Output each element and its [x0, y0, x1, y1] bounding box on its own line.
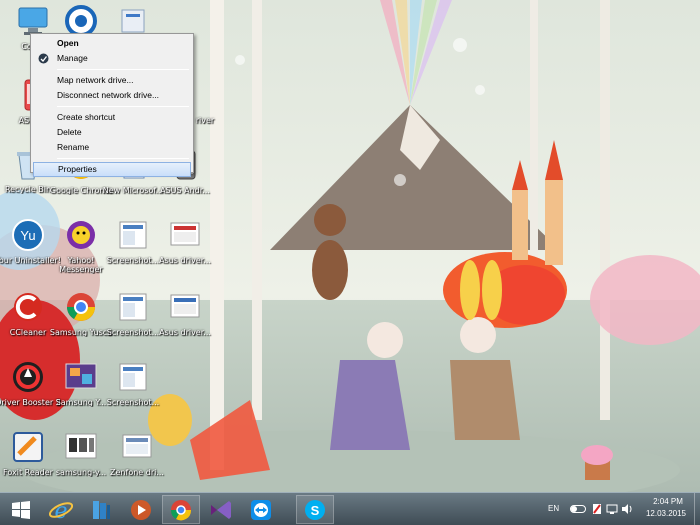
chrome-icon: [170, 499, 192, 520]
teamviewer-icon: [251, 499, 271, 520]
uninstaller-icon: Yu: [9, 216, 47, 254]
asus-driver-icon: [166, 216, 204, 254]
desktop-icon-label: Asus driver...: [159, 256, 211, 265]
taskbar-skype[interactable]: S: [296, 495, 334, 524]
asus-driver-icon: [166, 288, 204, 326]
desktop-icon-label: Asus driver...: [159, 328, 211, 337]
network-icon[interactable]: [606, 503, 618, 518]
menu-item-open[interactable]: Open: [33, 36, 191, 51]
menu-separator: [57, 158, 189, 159]
svg-text:S: S: [311, 503, 320, 518]
shield-icon: [38, 53, 49, 64]
file-explorer-icon: [93, 500, 110, 519]
menu-item-map-network-drive[interactable]: Map network drive...: [33, 73, 191, 88]
taskbar-media-player[interactable]: [122, 495, 160, 524]
menu-item-label: Open: [57, 38, 79, 48]
menu-separator: [57, 106, 189, 107]
menu-item-label: Map network drive...: [57, 75, 134, 85]
taskbar-internet-explorer[interactable]: e: [42, 495, 80, 524]
taskbar-visual-studio[interactable]: [202, 495, 240, 524]
samsung-chrome-icon: [62, 288, 100, 326]
desktop-icon-label: Screenshot...: [106, 398, 160, 407]
menu-item-rename[interactable]: Rename: [33, 140, 191, 155]
taskbar-chrome[interactable]: [162, 495, 200, 524]
screenshot-file-icon: [114, 216, 152, 254]
screenshot-file-icon: [114, 358, 152, 396]
clock-time[interactable]: 2:04 PM: [648, 497, 688, 506]
context-menu: Open Manage Map network drive... Disconn…: [30, 33, 194, 177]
taskbar-file-explorer[interactable]: [82, 495, 120, 524]
samsung-image-icon: [62, 358, 100, 396]
menu-item-label: Create shortcut: [57, 112, 116, 122]
screenshot-file-icon: [114, 288, 152, 326]
start-button[interactable]: [2, 495, 40, 524]
desktop-icon-asus-driver-1[interactable]: Asus driver...: [152, 216, 218, 286]
media-player-icon: [131, 499, 151, 520]
desktop-icon-asus-driver-2[interactable]: Asus driver...: [152, 288, 218, 358]
menu-item-manage[interactable]: Manage: [33, 51, 191, 66]
ccleaner-icon: [9, 288, 47, 326]
desktop-icon-label: Zenfone dri...: [110, 468, 164, 477]
clock-date[interactable]: 12.03.2015: [642, 509, 690, 518]
svg-text:Yu: Yu: [20, 228, 35, 243]
skype-icon: S: [305, 499, 325, 520]
yahoo-messenger-icon: [62, 216, 100, 254]
zenfone-driver-icon: [118, 428, 156, 466]
menu-item-label: Disconnect network drive...: [57, 90, 160, 100]
start-windows-icon: [12, 500, 30, 519]
menu-item-label: Rename: [57, 142, 90, 152]
desktop-icon-zenfone-driver[interactable]: Zenfone dri...: [104, 428, 170, 498]
desktop-icon-screenshot-3[interactable]: Screenshot...: [100, 358, 166, 428]
foxit-reader-icon: [9, 428, 47, 466]
language-indicator[interactable]: EN: [548, 504, 559, 513]
driver-booster-icon: [9, 358, 47, 396]
action-center-icon[interactable]: [592, 503, 602, 518]
internet-explorer-icon: e: [49, 499, 73, 522]
toggle-icon[interactable]: [570, 505, 586, 513]
menu-item-label: Properties: [58, 164, 97, 174]
desktop-icon-label: ASUS Andr...: [160, 186, 210, 195]
menu-separator: [57, 69, 189, 70]
samsung-image-icon: [62, 428, 100, 466]
show-desktop-button[interactable]: [694, 493, 700, 525]
menu-item-create-shortcut[interactable]: Create shortcut: [33, 110, 191, 125]
menu-item-delete[interactable]: Delete: [33, 125, 191, 140]
menu-item-disconnect-network-drive[interactable]: Disconnect network drive...: [33, 88, 191, 103]
taskbar: e S EN 2:04 PM 12.03.2015: [0, 492, 700, 525]
menu-item-label: Manage: [57, 53, 88, 63]
visual-studio-icon: [211, 500, 231, 519]
taskbar-teamviewer[interactable]: [242, 495, 280, 524]
menu-item-label: Delete: [57, 127, 82, 137]
volume-icon[interactable]: [621, 503, 633, 518]
menu-item-properties[interactable]: Properties: [33, 162, 191, 177]
